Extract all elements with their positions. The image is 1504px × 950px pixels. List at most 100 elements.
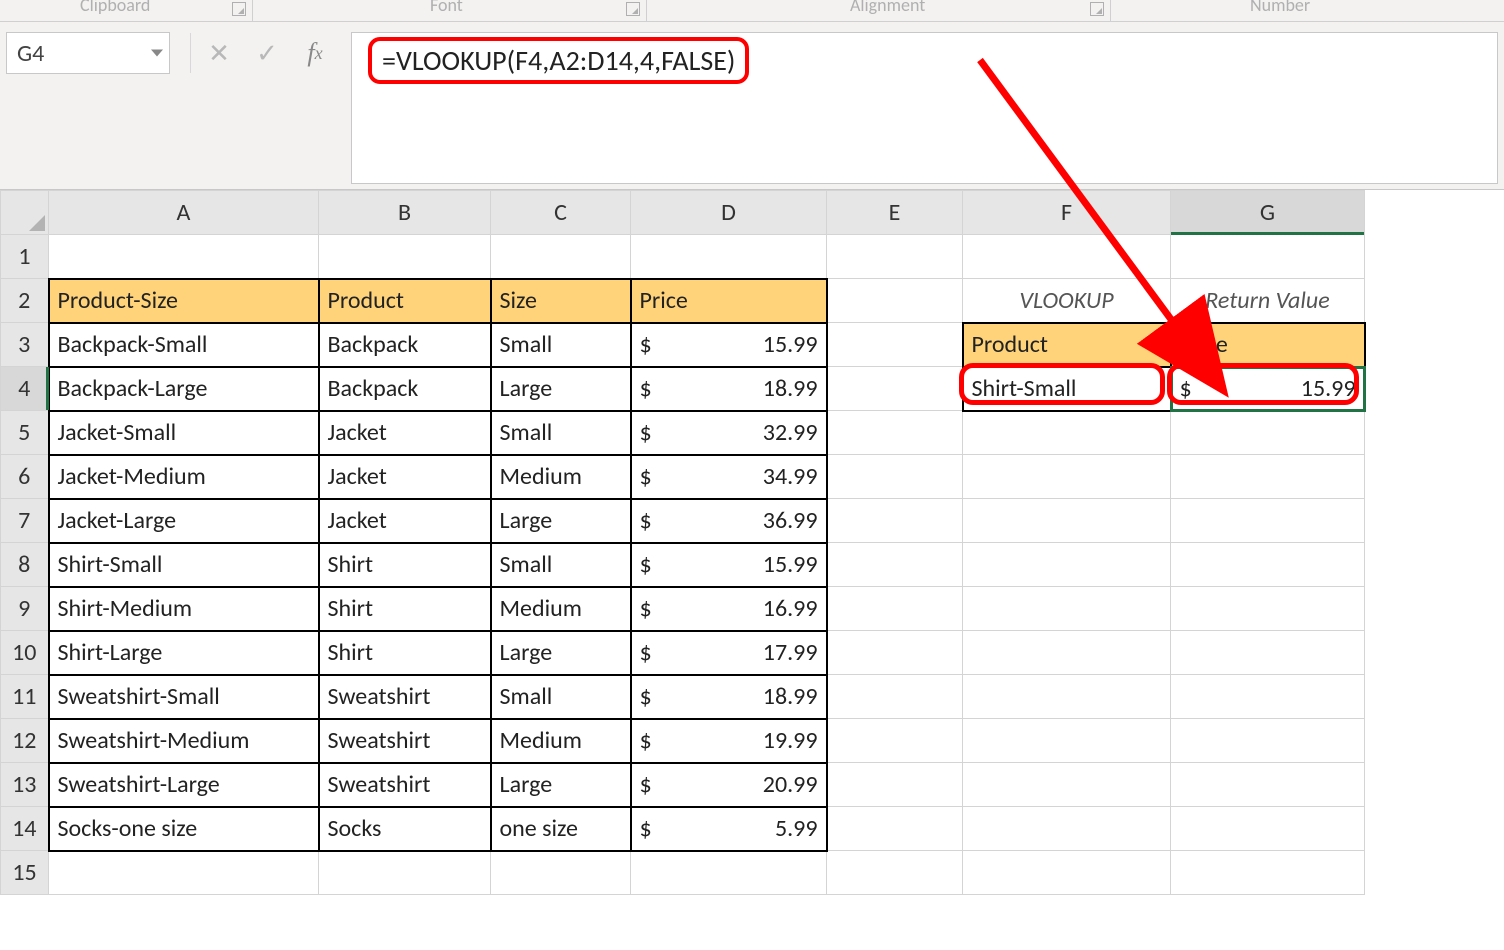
cell-F4[interactable]: Shirt-Small (963, 367, 1171, 411)
cell-A11[interactable]: Sweatshirt-Small (49, 675, 319, 719)
cell-B5[interactable]: Jacket (319, 411, 491, 455)
cell-G2[interactable]: Return Value (1171, 279, 1365, 323)
name-box[interactable]: G4 (6, 32, 170, 74)
cell-E6[interactable] (827, 455, 963, 499)
row-header-1[interactable]: 1 (1, 235, 49, 279)
cell-A4[interactable]: Backpack-Large (49, 367, 319, 411)
cell-F8[interactable] (963, 543, 1171, 587)
cell-F5[interactable] (963, 411, 1171, 455)
cell-G7[interactable] (1171, 499, 1365, 543)
col-header-D[interactable]: D (631, 191, 827, 235)
cell-A15[interactable] (49, 851, 319, 895)
worksheet-grid[interactable]: A B C D E F G 12Product-SizeProductSizeP… (0, 190, 1504, 895)
row-header-9[interactable]: 9 (1, 587, 49, 631)
cell-A7[interactable]: Jacket-Large (49, 499, 319, 543)
cell-C13[interactable]: Large (491, 763, 631, 807)
col-header-E[interactable]: E (827, 191, 963, 235)
cell-C10[interactable]: Large (491, 631, 631, 675)
select-all-corner[interactable] (1, 191, 49, 235)
cell-A3[interactable]: Backpack-Small (49, 323, 319, 367)
cell-G15[interactable] (1171, 851, 1365, 895)
cell-E8[interactable] (827, 543, 963, 587)
cell-C15[interactable] (491, 851, 631, 895)
cell-G10[interactable] (1171, 631, 1365, 675)
accept-formula-button[interactable]: ✓ (243, 32, 291, 74)
cell-F12[interactable] (963, 719, 1171, 763)
cell-E3[interactable] (827, 323, 963, 367)
cell-D11[interactable]: $18.99 (631, 675, 827, 719)
cell-B9[interactable]: Shirt (319, 587, 491, 631)
cell-B6[interactable]: Jacket (319, 455, 491, 499)
cell-A1[interactable] (49, 235, 319, 279)
cell-G5[interactable] (1171, 411, 1365, 455)
cell-G14[interactable] (1171, 807, 1365, 851)
cell-D5[interactable]: $32.99 (631, 411, 827, 455)
cell-D6[interactable]: $34.99 (631, 455, 827, 499)
cell-B12[interactable]: Sweatshirt (319, 719, 491, 763)
cell-A2[interactable]: Product-Size (49, 279, 319, 323)
cell-G9[interactable] (1171, 587, 1365, 631)
cell-G6[interactable] (1171, 455, 1365, 499)
cell-A9[interactable]: Shirt-Medium (49, 587, 319, 631)
cell-C11[interactable]: Small (491, 675, 631, 719)
dialog-launcher-icon[interactable] (1090, 2, 1104, 16)
cell-B7[interactable]: Jacket (319, 499, 491, 543)
cell-F15[interactable] (963, 851, 1171, 895)
cell-D4[interactable]: $18.99 (631, 367, 827, 411)
insert-function-button[interactable]: fx (291, 32, 339, 74)
cell-G8[interactable] (1171, 543, 1365, 587)
col-header-A[interactable]: A (49, 191, 319, 235)
cell-D13[interactable]: $20.99 (631, 763, 827, 807)
cell-D10[interactable]: $17.99 (631, 631, 827, 675)
cell-D1[interactable] (631, 235, 827, 279)
cell-E12[interactable] (827, 719, 963, 763)
cell-C8[interactable]: Small (491, 543, 631, 587)
cell-A14[interactable]: Socks-one size (49, 807, 319, 851)
cell-D3[interactable]: $15.99 (631, 323, 827, 367)
row-header-14[interactable]: 14 (1, 807, 49, 851)
dialog-launcher-icon[interactable] (232, 2, 246, 16)
cell-B14[interactable]: Socks (319, 807, 491, 851)
cell-E10[interactable] (827, 631, 963, 675)
cell-G12[interactable] (1171, 719, 1365, 763)
cell-B1[interactable] (319, 235, 491, 279)
cell-F9[interactable] (963, 587, 1171, 631)
cancel-formula-button[interactable]: ✕ (195, 32, 243, 74)
cell-E14[interactable] (827, 807, 963, 851)
cell-E5[interactable] (827, 411, 963, 455)
row-header-7[interactable]: 7 (1, 499, 49, 543)
row-header-10[interactable]: 10 (1, 631, 49, 675)
cell-B13[interactable]: Sweatshirt (319, 763, 491, 807)
cell-E9[interactable] (827, 587, 963, 631)
cell-E4[interactable] (827, 367, 963, 411)
row-header-4[interactable]: 4 (1, 367, 49, 411)
cell-C4[interactable]: Large (491, 367, 631, 411)
cell-D14[interactable]: $5.99 (631, 807, 827, 851)
cell-E7[interactable] (827, 499, 963, 543)
cell-C1[interactable] (491, 235, 631, 279)
cell-C6[interactable]: Medium (491, 455, 631, 499)
cell-G11[interactable] (1171, 675, 1365, 719)
cell-F11[interactable] (963, 675, 1171, 719)
cell-E2[interactable] (827, 279, 963, 323)
cell-B15[interactable] (319, 851, 491, 895)
cell-E1[interactable] (827, 235, 963, 279)
row-header-11[interactable]: 11 (1, 675, 49, 719)
cell-D12[interactable]: $19.99 (631, 719, 827, 763)
cell-A8[interactable]: Shirt-Small (49, 543, 319, 587)
cell-B11[interactable]: Sweatshirt (319, 675, 491, 719)
cell-B3[interactable]: Backpack (319, 323, 491, 367)
cell-F2[interactable]: VLOOKUP (963, 279, 1171, 323)
dialog-launcher-icon[interactable] (626, 2, 640, 16)
cell-C5[interactable]: Small (491, 411, 631, 455)
cell-B4[interactable]: Backpack (319, 367, 491, 411)
cell-D7[interactable]: $36.99 (631, 499, 827, 543)
row-header-8[interactable]: 8 (1, 543, 49, 587)
cell-A10[interactable]: Shirt-Large (49, 631, 319, 675)
cell-G13[interactable] (1171, 763, 1365, 807)
col-header-G[interactable]: G (1171, 191, 1365, 235)
cell-A12[interactable]: Sweatshirt-Medium (49, 719, 319, 763)
cell-C9[interactable]: Medium (491, 587, 631, 631)
cell-B10[interactable]: Shirt (319, 631, 491, 675)
cell-A6[interactable]: Jacket-Medium (49, 455, 319, 499)
